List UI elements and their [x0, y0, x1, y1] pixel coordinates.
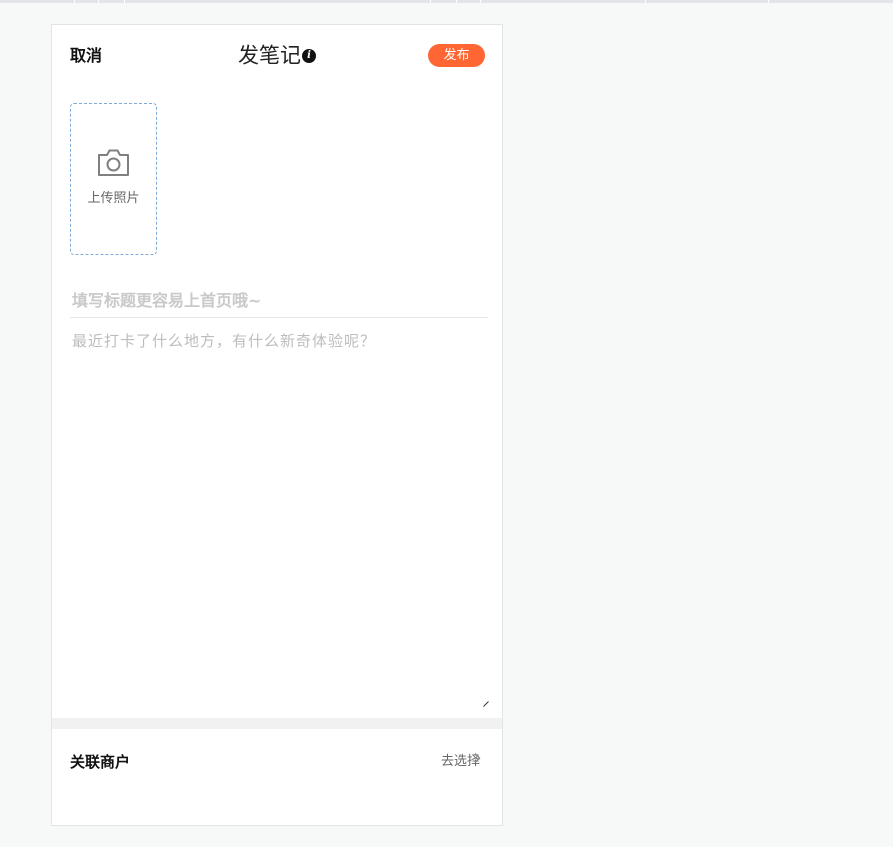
page-title: 发笔记: [238, 43, 301, 68]
upload-photo-label: 上传照片: [87, 191, 140, 206]
link-merchant-row[interactable]: 关联商户 去选择: [52, 729, 502, 789]
editor-header: 取消 发笔记 i 发布: [52, 25, 502, 87]
section-divider: [52, 718, 502, 729]
top-bar-divider: [480, 0, 481, 3]
link-merchant-label: 关联商户: [70, 753, 131, 771]
note-title-input[interactable]: [70, 284, 488, 318]
top-bar-divider: [98, 0, 99, 3]
top-bar-divider: [430, 0, 431, 3]
publish-button[interactable]: 发布: [428, 44, 485, 67]
top-bar-divider: [124, 0, 125, 3]
upload-photo-button[interactable]: 上传照片: [70, 103, 157, 255]
info-icon[interactable]: i: [302, 48, 316, 63]
chevron-right-icon: [474, 753, 481, 763]
camera-icon: [98, 149, 129, 176]
top-bar-divider: [645, 0, 646, 3]
browser-top-bar: [0, 0, 893, 3]
top-bar-divider: [768, 0, 769, 3]
resize-grip-icon[interactable]: [483, 701, 489, 707]
top-bar-divider: [74, 0, 75, 3]
note-body-textarea[interactable]: [70, 328, 488, 708]
note-editor-panel: 取消 发笔记i 发布 上传照片 关联商户 去选择: [51, 24, 503, 826]
top-bar-divider: [456, 0, 457, 3]
